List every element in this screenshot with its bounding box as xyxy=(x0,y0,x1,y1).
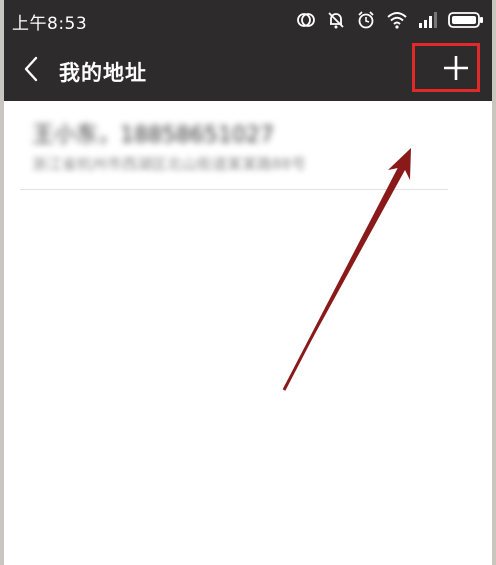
sync-icon xyxy=(296,10,316,30)
plus-icon xyxy=(443,55,469,85)
address-name-phone: 王小东，18858651027 xyxy=(32,123,274,148)
chevron-left-icon xyxy=(21,56,41,86)
status-bar: 上午8:53 xyxy=(4,0,492,40)
app-bar: 我的地址 xyxy=(4,40,492,101)
status-time: 上午8:53 xyxy=(12,14,88,34)
wifi-icon xyxy=(386,11,408,29)
signal-icon xyxy=(418,12,438,28)
notification-off-icon xyxy=(326,10,346,30)
address-list-item[interactable]: 王小东，18858651027 浙江省杭州市西湖区北山街道某某路88号 xyxy=(20,101,448,190)
back-button[interactable] xyxy=(14,54,48,88)
phone-screen: 上午8:53 我的地址 王小东，18858651027 浙江省杭州市西湖区北山街… xyxy=(4,0,492,565)
alarm-icon xyxy=(356,10,376,30)
page-title: 我的地址 xyxy=(59,61,147,85)
status-icons xyxy=(296,8,484,32)
battery-icon xyxy=(448,11,484,29)
address-detail: 浙江省杭州市西湖区北山街道某某路88号 xyxy=(32,155,307,173)
add-address-button[interactable] xyxy=(420,42,492,98)
